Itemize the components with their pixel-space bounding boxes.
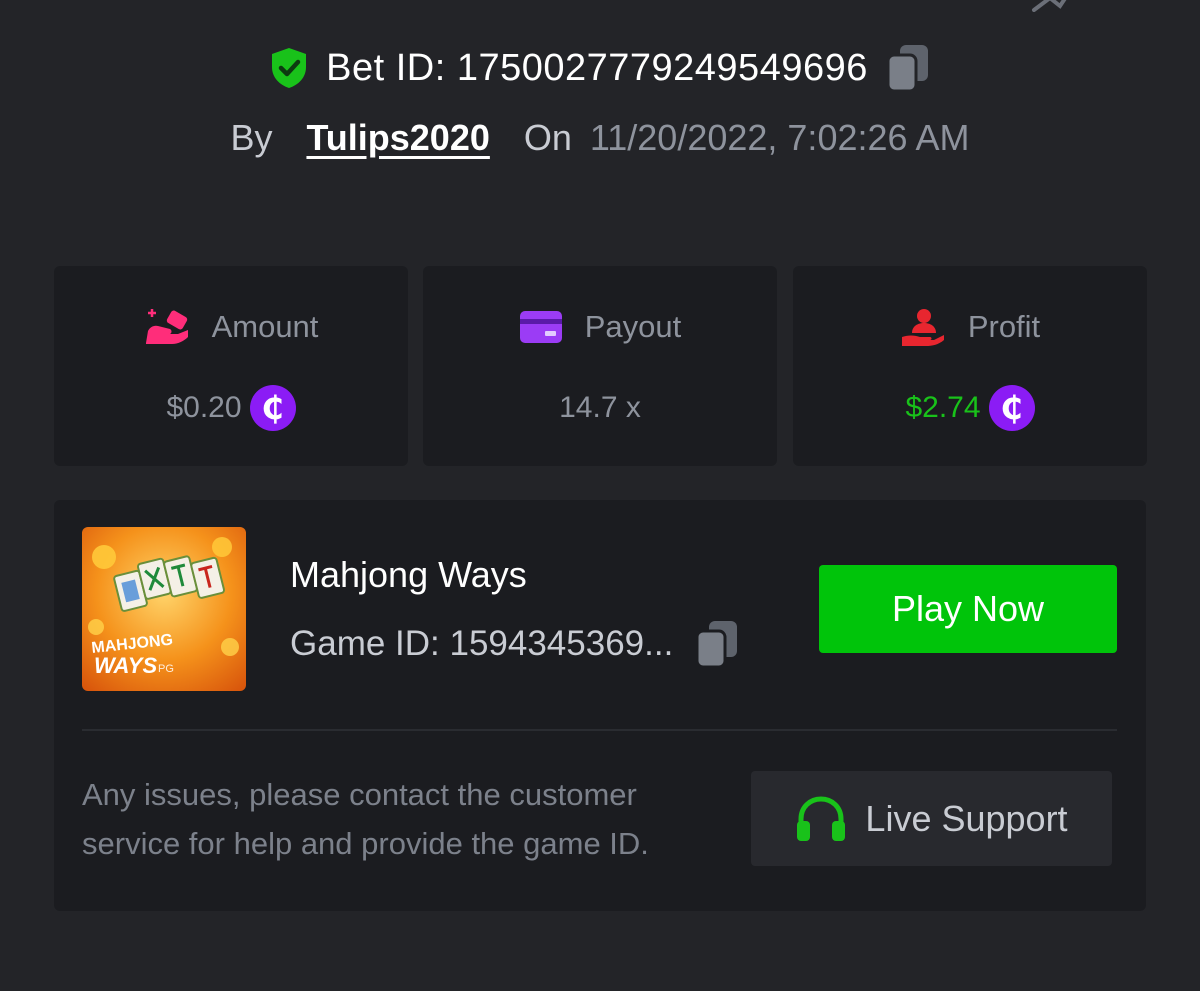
by-label: By — [230, 117, 273, 158]
live-support-label: Live Support — [865, 797, 1068, 839]
amount-value: $0.20 — [166, 391, 242, 424]
amount-value-row: $0.20 ₵ — [54, 383, 408, 433]
card-icon — [519, 311, 562, 343]
hand-coins-icon — [145, 309, 188, 344]
payout-card: Payout 14.7 x — [423, 266, 777, 466]
profit-value-row: $2.74 ₵ — [793, 383, 1147, 433]
headset-icon — [797, 795, 846, 841]
game-id: Game ID: 1594345369... — [290, 624, 674, 663]
thumb-brand: PG — [158, 663, 174, 675]
profit-card: Profit $2.74 ₵ — [793, 266, 1147, 466]
support-notice: Any issues, please contact the customer … — [82, 777, 649, 861]
profit-value: $2.74 — [905, 391, 981, 424]
bet-meta-row: By Tulips2020 On 11/20/2022, 7:02:26 AM — [0, 112, 1200, 164]
on-label: On — [523, 117, 572, 158]
game-thumbnail[interactable]: MAHJONG WAYS PG — [82, 527, 246, 691]
bet-id: Bet ID: 1750027779249549696 — [326, 46, 868, 89]
amount-card: Amount $0.20 ₵ — [54, 266, 408, 466]
game-card: MAHJONG WAYS PG Mahjong Ways Game ID: 15… — [54, 500, 1146, 911]
game-title: Mahjong Ways — [290, 554, 527, 595]
payout-label: Payout — [584, 309, 682, 344]
payout-value-row: 14.7 x — [423, 383, 777, 433]
thumb-title-line2: WAYS — [94, 653, 157, 678]
live-support-button[interactable]: Live Support — [751, 771, 1112, 866]
hand-user-icon — [901, 309, 944, 346]
bet-id-row: Bet ID: 1750027779249549696 — [0, 40, 1200, 96]
coin-icon: ₵ — [249, 385, 296, 431]
profit-label: Profit — [967, 309, 1041, 344]
copy-game-id-icon[interactable] — [695, 619, 739, 669]
coin-icon: ₵ — [988, 385, 1035, 431]
share-icon[interactable] — [1030, 0, 1070, 12]
divider — [82, 729, 1117, 731]
amount-label: Amount — [211, 309, 319, 344]
username-link[interactable]: Tulips2020 — [306, 117, 489, 159]
shield-check-icon — [272, 48, 307, 88]
game-id-row: Game ID: 1594345369... — [290, 618, 739, 670]
play-now-button[interactable]: Play Now — [819, 565, 1117, 653]
copy-bet-id-icon[interactable] — [886, 43, 930, 93]
payout-value: 14.7 x — [559, 391, 641, 424]
bet-datetime: 11/20/2022, 7:02:26 AM — [589, 117, 970, 158]
